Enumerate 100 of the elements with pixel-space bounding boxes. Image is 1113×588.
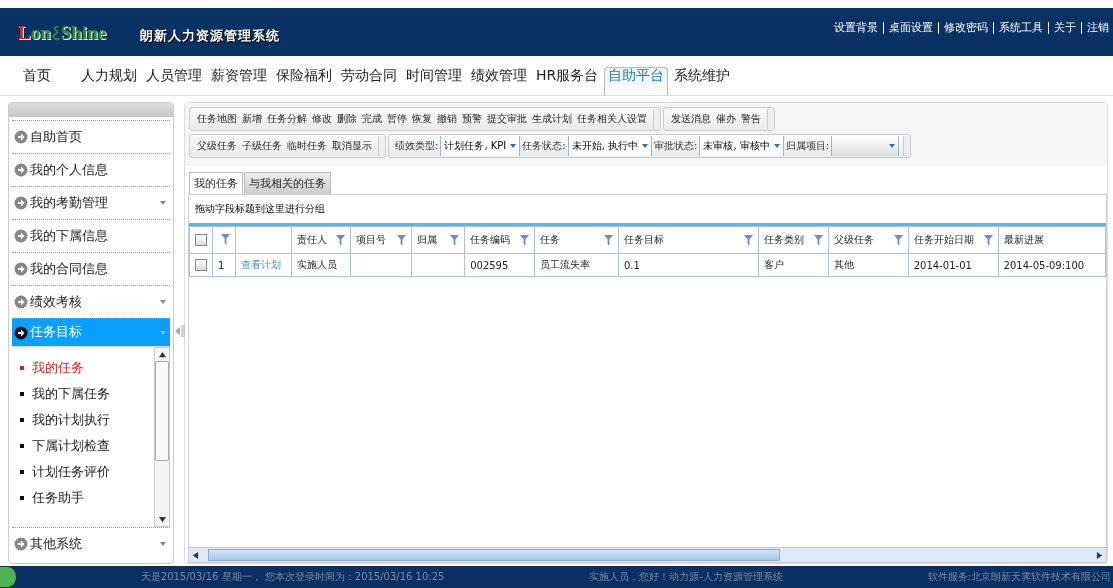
filter-icon[interactable] [396, 234, 406, 246]
sidebar-item[interactable]: 自助首页 [12, 120, 170, 153]
header-link[interactable]: 系统工具 [999, 20, 1043, 35]
toolbar-button[interactable]: 新增 [239, 112, 264, 126]
toolbar-grip[interactable] [653, 109, 660, 129]
menu-tab[interactable]: 劳动合同 [338, 67, 400, 95]
column-header[interactable]: 最新进展 [998, 226, 1106, 254]
toolbar-button[interactable]: 修改 [309, 112, 334, 126]
checkbox[interactable] [195, 259, 207, 271]
toolbar-button[interactable]: 催办 [713, 112, 738, 126]
column-header[interactable]: 归属 [411, 226, 465, 254]
filter-icon[interactable] [336, 234, 346, 246]
toolbar-button[interactable]: 发送消息 [668, 112, 713, 126]
toolbar-button[interactable]: 任务地图 [194, 112, 239, 126]
column-header[interactable]: 项目号 [350, 226, 412, 254]
filter-label: 任务状态: [521, 139, 567, 153]
arrow-circle-icon [14, 295, 28, 309]
menu-tab[interactable]: HR服务台 [533, 67, 602, 95]
toolbar-button[interactable]: 删除 [334, 112, 359, 126]
filter-icon[interactable] [813, 234, 823, 246]
column-header[interactable]: 任务开始日期 [908, 226, 999, 254]
menu-tab[interactable]: 人力规划 [78, 67, 140, 95]
scroll-right-icon[interactable] [1096, 551, 1103, 559]
sidebar-subitem[interactable]: 我的任务 [20, 355, 154, 381]
table-cell: 2014-05-09:100 [1003, 259, 1085, 271]
header-link[interactable]: 注销 [1087, 20, 1109, 35]
sidebar-item[interactable]: 我的下属信息 [12, 219, 170, 252]
sidebar-subitem[interactable]: 下属计划检查 [20, 433, 154, 459]
sidebar-item[interactable]: 我的个人信息 [12, 153, 170, 186]
collapse-icon[interactable] [175, 323, 185, 339]
menu-tab[interactable]: 时间管理 [403, 67, 465, 95]
toolbar-grip[interactable] [767, 109, 774, 129]
menu-tab[interactable]: 薪资管理 [208, 67, 270, 95]
column-header[interactable]: 父级任务 [828, 226, 909, 254]
filter-dropdown[interactable] [831, 136, 900, 156]
scrollbar[interactable] [154, 347, 170, 527]
dropdown-icon[interactable] [889, 144, 896, 148]
toolbar-button[interactable]: 警告 [738, 112, 763, 126]
arrow-circle-icon [14, 196, 28, 210]
sidebar-item[interactable]: 我的合同信息 [12, 252, 170, 285]
filter-icon[interactable] [983, 234, 993, 246]
toolbar-button[interactable]: 恢复 [409, 112, 434, 126]
tab[interactable]: 与我相关的任务 [244, 172, 331, 194]
filter-icon[interactable] [221, 233, 230, 245]
header-link[interactable]: 修改密码 [944, 20, 988, 35]
toolbar-button[interactable]: 任务相关人设置 [574, 112, 649, 126]
dropdown-icon[interactable] [642, 144, 648, 148]
menu-tab[interactable]: 首页 [20, 67, 54, 95]
filter-icon[interactable] [520, 234, 530, 246]
toolbar-grip[interactable] [903, 136, 911, 156]
toolbar-button[interactable]: 生成计划 [529, 112, 574, 126]
table-cell: 2014-01-01 [913, 259, 972, 271]
toolbar-button[interactable]: 任务分解 [264, 112, 309, 126]
sidebar-item[interactable]: 其他系统 [12, 527, 170, 560]
menu-tab[interactable]: 保险福利 [273, 67, 335, 95]
scroll-up-icon[interactable] [158, 351, 166, 358]
menu-tab[interactable]: 绩效管理 [468, 67, 530, 95]
filter-icon[interactable] [743, 234, 753, 246]
sidebar-subitem[interactable]: 计划任务评价 [20, 459, 154, 485]
column-header[interactable]: 任务 [534, 226, 619, 254]
status-text: 软件服务:北京朗新天霁软件技术有限公司 [927, 570, 1111, 584]
toolbar-button[interactable]: 子级任务 [239, 139, 284, 153]
filter-dropdown[interactable]: 未开始, 执行中 [567, 136, 652, 156]
sidebar-subitem[interactable]: 任务助手 [20, 485, 154, 511]
tab[interactable]: 我的任务 [189, 172, 243, 194]
filter-icon[interactable] [603, 234, 613, 246]
dropdown-icon[interactable] [773, 144, 780, 148]
toolbar-button[interactable]: 完成 [359, 112, 384, 126]
header-link[interactable]: 桌面设置 [889, 20, 933, 35]
toolbar-button[interactable]: 取消显示 [329, 139, 374, 153]
toolbar-button[interactable]: 撤销 [434, 112, 459, 126]
sidebar-subitem[interactable]: 我的计划执行 [20, 407, 154, 433]
menu-tab[interactable]: 人员管理 [143, 67, 205, 95]
row-number: 1 [212, 253, 236, 277]
filter-icon[interactable] [450, 234, 460, 246]
column-header[interactable]: 任务目标 [618, 226, 759, 254]
filter-icon[interactable] [893, 234, 903, 246]
sidebar-subitem[interactable]: 我的下属任务 [20, 381, 154, 407]
scroll-left-icon[interactable] [192, 551, 199, 559]
sidebar-item[interactable]: 我的考勤管理 [12, 186, 170, 219]
toolbar-button[interactable]: 提交审批 [484, 112, 529, 126]
toolbar-grip[interactable] [378, 136, 385, 156]
dropdown-icon [160, 300, 166, 304]
column-header[interactable]: 任务类别 [758, 226, 829, 254]
column-header[interactable]: 责任人 [291, 226, 351, 254]
header-link[interactable]: 设置背景 [834, 20, 878, 35]
scroll-down-icon[interactable] [158, 516, 166, 523]
column-header[interactable]: 任务编码 [464, 226, 535, 254]
filter-dropdown[interactable]: 未审核, 审核中 [699, 136, 784, 156]
menu-tab[interactable]: 自助平台 [604, 67, 669, 95]
toolbar-button[interactable]: 暂停 [384, 112, 409, 126]
toolbar-button[interactable]: 预警 [459, 112, 484, 126]
toolbar-button[interactable]: 临时任务 [284, 139, 329, 153]
horizontal-scrollbar[interactable] [189, 547, 1106, 562]
toolbar-button[interactable]: 父级任务 [194, 139, 239, 153]
menu-tab[interactable]: 系统维护 [671, 67, 734, 95]
filter-dropdown[interactable]: 计划任务, KPI [440, 136, 521, 156]
dropdown-icon[interactable] [510, 144, 517, 148]
checkbox[interactable] [195, 234, 207, 246]
header-link[interactable]: 关于 [1054, 20, 1076, 35]
